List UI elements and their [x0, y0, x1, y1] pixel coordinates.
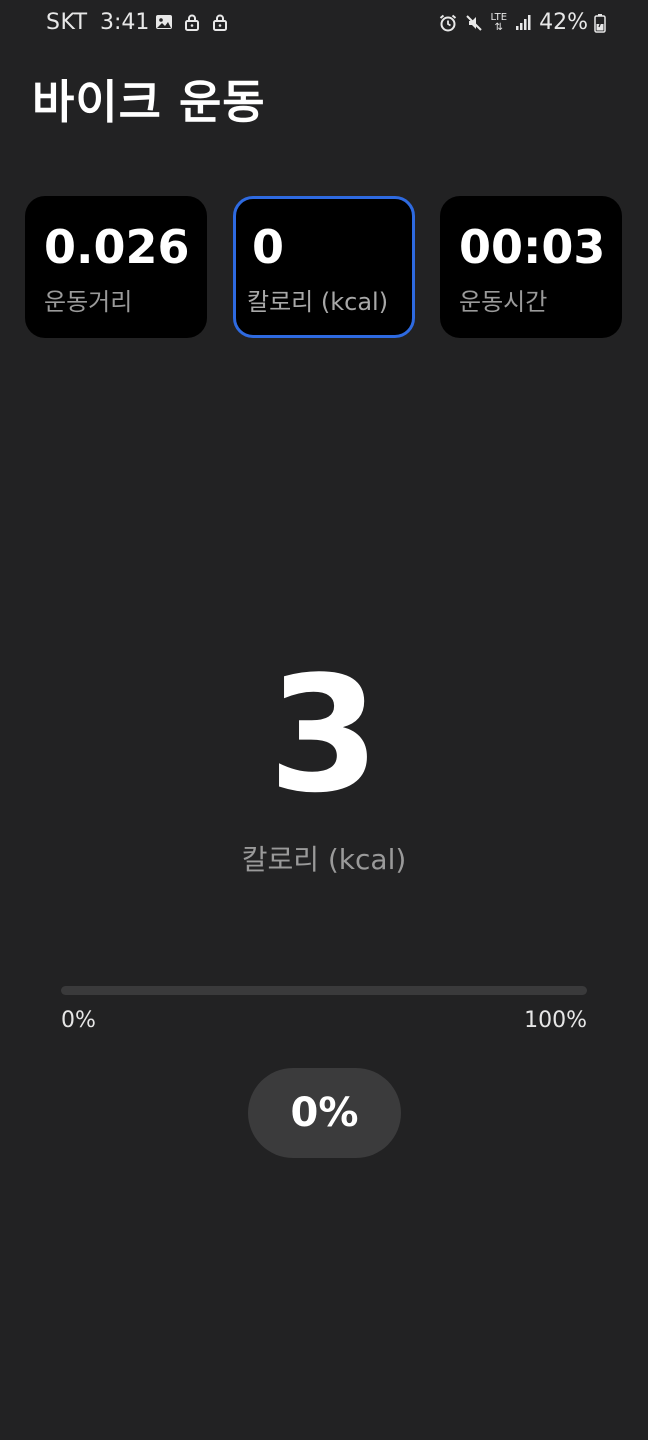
- lte-icon: LTE ⇅: [490, 11, 508, 33]
- distance-card[interactable]: 0.026 운동거리: [25, 196, 207, 338]
- system-icons: LTE ⇅ 42%: [438, 10, 606, 35]
- battery-level: 42%: [539, 10, 588, 35]
- calorie-label: 칼로리 (kcal): [247, 288, 389, 316]
- main-metric-label: 칼로리 (kcal): [241, 843, 407, 876]
- progress-max-label: 100%: [524, 1008, 587, 1033]
- lock-icon: [213, 14, 227, 31]
- duration-card[interactable]: 00:03 운동시간: [440, 196, 622, 338]
- page-title: 바이크 운동: [32, 75, 266, 129]
- signal-icon: [516, 14, 531, 30]
- notification-icons: [154, 12, 230, 32]
- battery-charging-icon: [594, 13, 606, 33]
- main-metric-value: 3: [268, 641, 380, 828]
- carrier-label: SKT: [46, 10, 88, 35]
- progress-min-label: 0%: [61, 1008, 96, 1033]
- mute-icon: [466, 14, 483, 31]
- progress-percent-pill: 0%: [248, 1068, 401, 1158]
- data-arrows-icon: ⇅: [494, 21, 503, 33]
- status-bar: SKT 3:41 LTE ⇅ 42%: [0, 0, 648, 44]
- lock-icon: [185, 14, 199, 31]
- calorie-value: 0: [252, 220, 285, 274]
- clock: 3:41: [100, 10, 150, 35]
- distance-label: 운동거리: [44, 288, 133, 316]
- duration-value: 00:03: [459, 220, 606, 274]
- progress-bar: [61, 986, 587, 995]
- duration-label: 운동시간: [459, 288, 548, 316]
- image-icon: [156, 15, 172, 29]
- lte-label: LTE: [490, 11, 508, 23]
- alarm-icon: [440, 14, 457, 31]
- calorie-card[interactable]: 0 칼로리 (kcal): [233, 196, 415, 338]
- distance-value: 0.026: [44, 220, 190, 274]
